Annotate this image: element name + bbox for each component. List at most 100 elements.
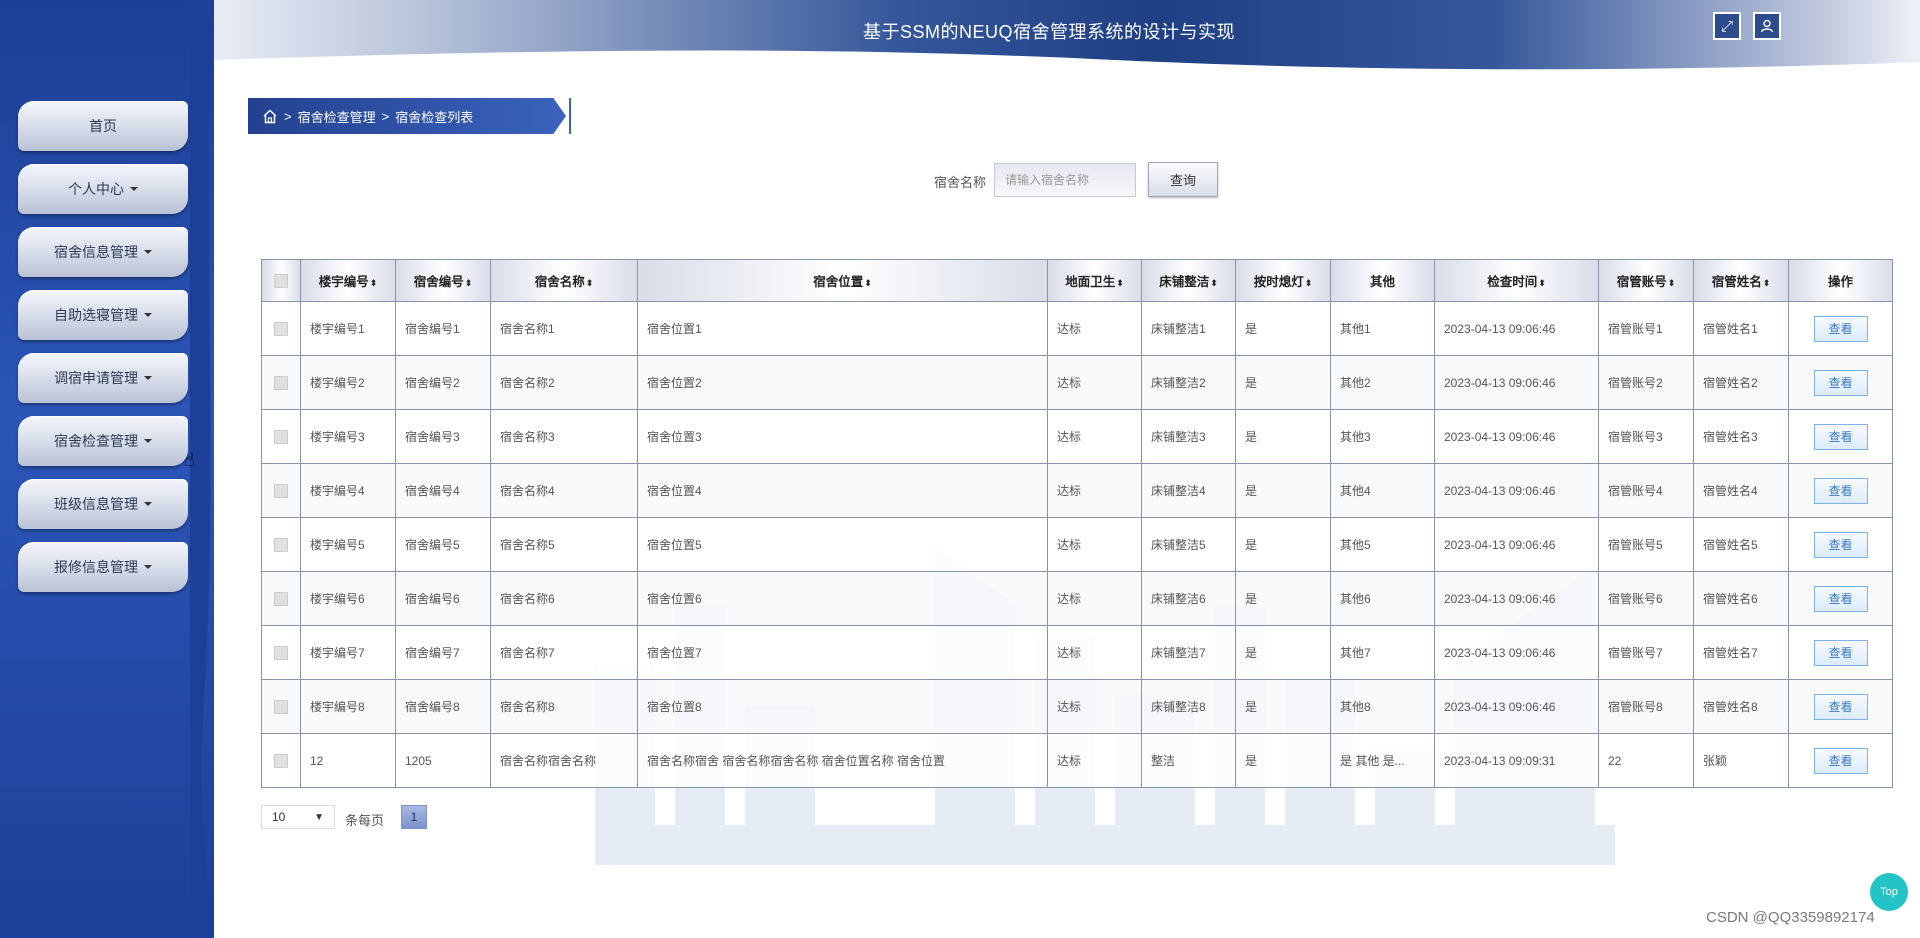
sidebar-item[interactable]: 调宿申请管理: [18, 353, 188, 403]
view-button[interactable]: 查看: [1813, 531, 1868, 558]
sidebar-item[interactable]: 宿舍信息管理: [18, 227, 188, 277]
column-header[interactable]: 按时熄灯⬍: [1235, 259, 1331, 302]
table-cell: 宿舍编号1: [395, 301, 491, 356]
sidebar-item[interactable]: 宿舍检查管理: [18, 416, 188, 466]
table-cell: 2023-04-13 09:06:46: [1434, 517, 1599, 572]
table-cell: 1205: [395, 733, 491, 788]
view-button[interactable]: 查看: [1813, 585, 1868, 612]
table-cell: 宿管姓名3: [1693, 409, 1789, 464]
column-header[interactable]: 地面卫生⬍: [1047, 259, 1142, 302]
table-cell: 宿舍名称宿舍 宿舍名称宿舍名称 宿舍位置名称 宿舍位置: [637, 733, 1048, 788]
view-button[interactable]: 查看: [1813, 477, 1868, 504]
table-cell: 12: [300, 733, 396, 788]
sidebar-item[interactable]: 个人中心: [18, 164, 188, 214]
sort-icon[interactable]: ⬍: [864, 278, 872, 288]
column-header[interactable]: 宿管账号⬍: [1598, 259, 1694, 302]
view-button[interactable]: 查看: [1813, 423, 1868, 450]
view-button[interactable]: 查看: [1813, 639, 1868, 666]
table-cell: 是: [1235, 301, 1331, 356]
caret-down-icon: [144, 313, 152, 317]
page-title: 基于SSM的NEUQ宿舍管理系统的设计与实现: [862, 22, 1235, 42]
table-cell: 宿管账号2: [1598, 355, 1694, 410]
sort-icon[interactable]: ⬍: [1116, 278, 1124, 288]
page-number-button[interactable]: 1: [401, 805, 427, 829]
column-header[interactable]: 宿管姓名⬍: [1693, 259, 1789, 302]
sidebar-item-label: 首页: [89, 118, 117, 134]
column-header[interactable]: 宿舍名称⬍: [490, 259, 638, 302]
table-cell: 是: [1235, 679, 1331, 734]
table-cell: 达标: [1047, 409, 1142, 464]
sort-icon[interactable]: ⬍: [1538, 278, 1546, 288]
column-header[interactable]: 宿舍位置⬍: [637, 259, 1048, 302]
table-cell: 宿舍编号4: [395, 463, 491, 518]
user-button[interactable]: [1753, 12, 1781, 40]
view-button[interactable]: 查看: [1813, 693, 1868, 720]
table-cell: 宿舍名称2: [490, 355, 638, 410]
table-cell: 其他5: [1330, 517, 1435, 572]
table-row: 楼宇编号4 宿舍编号4 宿舍名称4 宿舍位置4 达标 床铺整洁4 是其他4 2023-04-1…: [261, 463, 1893, 518]
table-cell: 2023-04-13 09:06:46: [1434, 355, 1599, 410]
sort-icon[interactable]: ⬍: [1210, 278, 1218, 288]
sidebar-item[interactable]: 首页: [18, 101, 188, 151]
table-cell: 楼宇编号7: [300, 625, 396, 680]
search-input[interactable]: [994, 163, 1136, 197]
sort-icon[interactable]: ⬍: [1305, 278, 1313, 288]
row-checkbox[interactable]: [261, 571, 301, 626]
page-size-select[interactable]: 10 ▼: [261, 805, 335, 829]
row-checkbox[interactable]: [261, 733, 301, 788]
search-button[interactable]: 查询: [1148, 162, 1218, 197]
table-cell: 楼宇编号8: [300, 679, 396, 734]
breadcrumb-level1[interactable]: 宿舍检查管理: [298, 107, 376, 126]
sort-icon[interactable]: ⬍: [370, 278, 378, 288]
table-cell: 宿管姓名6: [1693, 571, 1789, 626]
fullscreen-button[interactable]: ⤢: [1713, 12, 1741, 40]
table-cell: 2023-04-13 09:06:46: [1434, 409, 1599, 464]
breadcrumb-separator: >: [284, 108, 292, 124]
row-checkbox[interactable]: [261, 679, 301, 734]
column-header: 操作: [1788, 259, 1893, 302]
caret-down-icon: [144, 565, 152, 569]
sidebar-menu: 首页个人中心宿舍信息管理 自助选寝管理 调宿申请管理宿舍检查管理班级信息管理 报修信息…: [18, 101, 188, 605]
sort-icon[interactable]: ⬍: [1763, 278, 1771, 288]
table-cell: 宿舍位置3: [637, 409, 1048, 464]
view-button[interactable]: 查看: [1813, 315, 1868, 342]
table-cell: 宿管姓名8: [1693, 679, 1789, 734]
back-to-top-button[interactable]: Top: [1870, 873, 1908, 911]
table-cell: 宿舍编号2: [395, 355, 491, 410]
view-button[interactable]: 查看: [1813, 369, 1868, 396]
row-checkbox[interactable]: [261, 355, 301, 410]
table-cell: 楼宇编号1: [300, 301, 396, 356]
column-header-label: 宿管账号: [1616, 275, 1667, 289]
sidebar-item[interactable]: 自助选寝管理: [18, 290, 188, 340]
table-cell: 达标: [1047, 679, 1142, 734]
search-label: 宿舍名称: [934, 175, 987, 190]
sidebar-item-label: 宿舍检查管理: [54, 433, 138, 449]
sort-icon[interactable]: ⬍: [586, 278, 594, 288]
select-all-checkbox[interactable]: [261, 259, 301, 302]
row-checkbox[interactable]: [261, 409, 301, 464]
row-checkbox[interactable]: [261, 517, 301, 572]
column-header[interactable]: 床铺整洁⬍: [1141, 259, 1236, 302]
row-checkbox[interactable]: [261, 463, 301, 518]
column-header[interactable]: 宿舍编号⬍: [395, 259, 491, 302]
sort-icon[interactable]: ⬍: [465, 278, 473, 288]
table-cell: 2023-04-13 09:09:31: [1434, 733, 1599, 788]
row-checkbox[interactable]: [261, 301, 301, 356]
sidebar-item[interactable]: 班级信息管理: [18, 479, 188, 529]
home-icon[interactable]: [262, 108, 278, 124]
sidebar-item[interactable]: 报修信息管理: [18, 542, 188, 592]
table-row: 楼宇编号2 宿舍编号2 宿舍名称2 宿舍位置2 达标 床铺整洁2 是其他2 2023-04-1…: [261, 355, 1893, 410]
view-button[interactable]: 查看: [1813, 747, 1868, 774]
action-cell: 查看: [1788, 679, 1893, 734]
table-header-row: 楼宇编号⬍ 宿舍编号⬍ 宿舍名称⬍ 宿舍位置⬍ 地面卫生⬍ 床铺整洁⬍ 按时熄灯⬍ 其他 检查时…: [261, 259, 1893, 302]
column-header-label: 宿舍位置: [813, 275, 864, 289]
column-header[interactable]: 楼宇编号⬍: [300, 259, 396, 302]
inspection-table: 楼宇编号⬍ 宿舍编号⬍ 宿舍名称⬍ 宿舍位置⬍ 地面卫生⬍ 床铺整洁⬍ 按时熄灯⬍ 其他 检查时…: [261, 259, 1893, 788]
table-cell: 其他1: [1330, 301, 1435, 356]
column-header[interactable]: 检查时间⬍: [1434, 259, 1599, 302]
breadcrumb-divider: [569, 98, 571, 134]
sort-icon[interactable]: ⬍: [1668, 278, 1676, 288]
row-checkbox[interactable]: [261, 625, 301, 680]
table-cell: 宿舍位置7: [637, 625, 1048, 680]
action-cell: 查看: [1788, 733, 1893, 788]
